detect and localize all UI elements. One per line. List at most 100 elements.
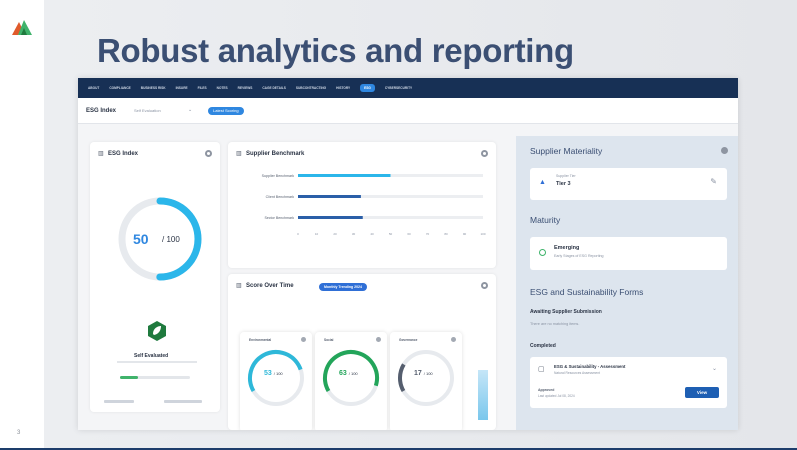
info-icon[interactable] — [205, 150, 212, 157]
awaiting-empty-text: There are no matching items. — [530, 322, 580, 326]
chevron-down-icon[interactable]: ⌄ — [712, 365, 717, 372]
trend-bar — [478, 370, 488, 420]
esg-score-value: 50 — [133, 231, 149, 247]
nav-item-about[interactable]: About — [88, 86, 99, 90]
x-tick-label: 50 — [389, 232, 393, 236]
monthly-trending-pill[interactable]: Monthly Trending 2024 — [319, 283, 367, 291]
esg-score-gauge — [118, 197, 202, 281]
info-icon[interactable] — [376, 337, 381, 342]
score-over-time-card: ▥ Score Over Time Monthly Trending 2024 … — [228, 274, 496, 430]
completion-progress-bar — [120, 376, 190, 379]
nav-item-notes[interactable]: Notes — [217, 86, 228, 90]
mini-gauge-value: 53 / 100 — [264, 370, 283, 377]
approved-label: Approved — [538, 388, 555, 392]
maturity-status-icon — [539, 249, 546, 256]
nav-item-insure[interactable]: Insure — [176, 86, 188, 90]
info-icon[interactable] — [451, 337, 456, 342]
tier-value: Tier 3 — [556, 181, 571, 187]
bar-category-label: Client Benchmark — [266, 195, 295, 199]
app-screenshot: About Compliance Business Risk Insure Files N… — [78, 78, 738, 430]
mini-gauge-value: 63 / 100 — [339, 370, 358, 377]
bar — [298, 195, 361, 198]
esg-card-title: ESG Index — [108, 151, 139, 157]
slide: 3 Robust analytics and reporting About Co… — [0, 0, 797, 450]
footer-link-placeholder[interactable] — [104, 400, 134, 403]
maturity-title: Maturity — [530, 215, 561, 225]
nav-item-subcontracting[interactable]: Subcontracting — [296, 86, 326, 90]
mini-gauge-max: / 100 — [273, 371, 283, 376]
supplier-benchmark-card: ▥ Supplier Benchmark Supplier Benchmark C… — [228, 142, 496, 268]
maturity-subtext: Early Stages of ESG Reporting — [554, 254, 604, 258]
self-evaluated-subtext-placeholder — [117, 361, 197, 363]
chart-icon: ▥ — [98, 151, 104, 157]
top-navbar: About Compliance Business Risk Insure Files N… — [78, 78, 738, 98]
slide-number: 3 — [17, 430, 21, 436]
right-side-panel: Supplier Materiality ▲ Supplier Tier Tie… — [516, 136, 738, 430]
mini-gauge-label: Governance — [399, 338, 418, 342]
info-icon[interactable] — [301, 337, 306, 342]
sub-header: ESG Index Self Evaluation ⌄ Latest Scori… — [78, 98, 738, 124]
bar — [298, 216, 363, 219]
triangle-icon: ▲ — [539, 179, 546, 186]
left-margin: 3 — [0, 0, 44, 450]
evaluation-select[interactable]: Self Evaluation — [134, 108, 161, 113]
x-tick-label: 80 — [444, 232, 448, 236]
nav-item-reviews[interactable]: Reviews — [238, 86, 253, 90]
leaf-badge-icon — [148, 321, 166, 341]
x-tick-label: 0 — [297, 232, 299, 236]
nav-item-files[interactable]: Files — [198, 86, 207, 90]
bar — [298, 174, 391, 177]
mini-gauge-label: Environmental — [249, 338, 272, 342]
lock-icon: ▢ — [538, 366, 545, 373]
awaiting-label: Awaiting Supplier Submission — [530, 309, 602, 315]
esg-index-card: ▥ ESG Index 50 / 100 Self Evaluated — [90, 142, 220, 412]
view-button[interactable]: View — [685, 387, 719, 398]
benchmark-bar-chart: Supplier Benchmark Client Benchmark Sector… — [262, 174, 486, 236]
benchmark-card-title: Supplier Benchmark — [246, 151, 305, 157]
completed-form-card: ▢ ESG & Sustainability - Assessment Natu… — [530, 357, 727, 408]
nav-item-compliance[interactable]: Compliance — [109, 86, 130, 90]
x-tick-label: 10 — [315, 232, 319, 236]
nav-item-history[interactable]: History — [336, 86, 350, 90]
bar-category-label: Sector Benchmark — [264, 216, 294, 220]
x-tick-label: 60 — [407, 232, 411, 236]
nav-item-business-risk[interactable]: Business Risk — [141, 86, 166, 90]
self-evaluated-label: Self Evaluated — [134, 353, 169, 359]
form-subtitle: Natural Resources Assessment — [554, 371, 600, 375]
nav-item-cybersecurity[interactable]: Cybersecurity — [385, 86, 412, 90]
info-icon[interactable] — [481, 150, 488, 157]
x-tick-label: 30 — [352, 232, 356, 236]
forms-title: ESG and Sustainability Forms — [530, 287, 644, 297]
mini-gauge-max: / 100 — [423, 371, 433, 376]
mini-gauge-score: 63 — [339, 370, 347, 377]
footer-link-placeholder[interactable] — [164, 400, 202, 403]
mini-gauge-score: 53 — [264, 370, 272, 377]
mini-gauge-value: 17 / 100 — [414, 370, 433, 377]
company-logo — [12, 20, 32, 35]
chevron-down-icon[interactable]: ⌄ — [188, 107, 192, 113]
edit-pencil-icon[interactable]: ✎ — [710, 177, 717, 186]
mini-gauge-card: Environmental 53 / 100 — [240, 332, 312, 430]
info-icon[interactable] — [721, 147, 728, 154]
completion-progress-fill — [120, 376, 138, 379]
x-tick-label: 100 — [480, 232, 485, 236]
materiality-title: Supplier Materiality — [530, 146, 603, 156]
mini-gauge-card: Governance 17 / 100 — [390, 332, 462, 430]
completed-label: Completed — [530, 343, 556, 349]
latest-scoring-pill[interactable]: Latest Scoring — [208, 107, 244, 115]
nav-item-cage-details[interactable]: Cage Details — [262, 86, 286, 90]
chart-icon: ▥ — [236, 151, 242, 157]
maturity-box: Emerging Early Stages of ESG Reporting — [530, 237, 727, 270]
tier-label: Supplier Tier — [556, 174, 576, 178]
approved-date: Last updated Jul 08, 2024 — [538, 394, 575, 398]
nav-item-esg[interactable]: ESG — [360, 84, 375, 92]
mini-gauge-max: / 100 — [348, 371, 358, 376]
x-tick-label: 20 — [333, 232, 337, 236]
chart-icon: ▥ — [236, 283, 242, 289]
tier-box: ▲ Supplier Tier Tier 3 ✎ — [530, 168, 727, 200]
slide-title: Robust analytics and reporting — [97, 32, 574, 69]
mini-gauge-label: Social — [324, 338, 334, 342]
info-icon[interactable] — [481, 282, 488, 289]
x-tick-label: 70 — [426, 232, 430, 236]
esg-score-max: / 100 — [162, 235, 180, 244]
